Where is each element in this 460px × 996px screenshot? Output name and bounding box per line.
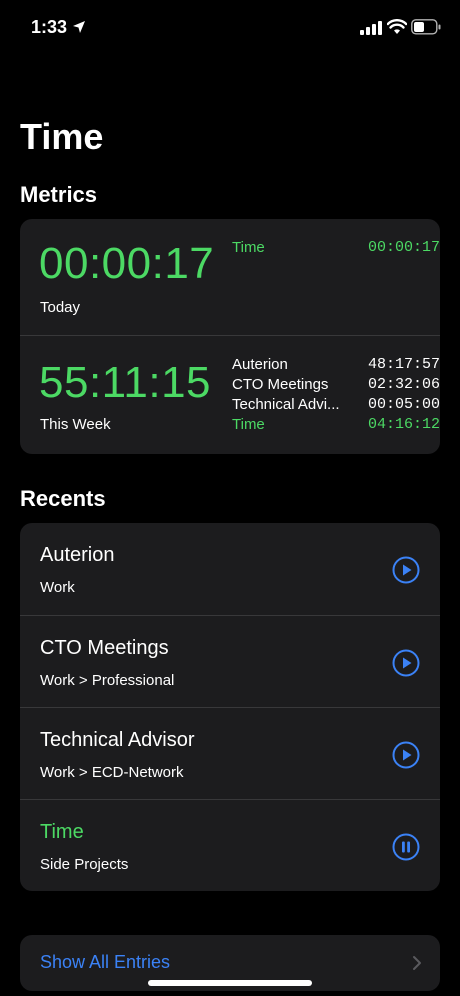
breakdown-line: Time 04:16:12 — [232, 416, 440, 436]
location-arrow-icon — [73, 21, 85, 33]
breakdown-value: 02:32:06 — [367, 376, 440, 393]
breakdown-name: Time — [232, 239, 265, 256]
metrics-card: 00:00:17 Today Time 00:00:17 55:11:15 Th… — [20, 219, 440, 454]
play-icon[interactable] — [392, 741, 420, 769]
recent-item-cto-meetings[interactable]: CTO Meetings Work > Professional — [20, 615, 440, 708]
recent-item-subtitle: Work — [40, 579, 75, 596]
wifi-icon — [387, 19, 407, 34]
recent-item-subtitle: Work > Professional — [40, 672, 175, 689]
metric-today-row: 00:00:17 Today Time 00:00:17 — [20, 219, 440, 335]
breakdown-name: Auterion — [232, 356, 288, 373]
breakdown-line: Auterion 48:17:57 — [232, 356, 440, 376]
week-breakdown: Auterion 48:17:57 CTO Meetings 02:32:06 … — [232, 356, 440, 436]
breakdown-name: Technical Advi... — [232, 396, 340, 413]
recent-item-time[interactable]: Time Side Projects — [20, 799, 440, 891]
today-total-time: 00:00:17 — [39, 239, 215, 288]
metric-week-row: 55:11:15 This Week Auterion 48:17:57 CTO… — [20, 335, 440, 454]
recent-item-name: CTO Meetings — [40, 637, 169, 659]
chevron-right-icon — [413, 956, 421, 970]
play-icon[interactable] — [392, 556, 420, 584]
metrics-section-title: Metrics — [20, 182, 98, 207]
breakdown-value: 00:05:00 — [367, 396, 440, 413]
cellular-signal-icon — [360, 21, 382, 35]
breakdown-value: 00:00:17 — [367, 239, 440, 256]
battery-icon — [411, 19, 441, 35]
today-label: Today — [40, 299, 81, 316]
today-breakdown: Time 00:00:17 — [232, 239, 440, 259]
recents-section-title: Recents — [20, 486, 106, 511]
status-bar: 1:33 — [0, 0, 460, 56]
breakdown-name: Time — [232, 416, 265, 433]
week-total-time: 55:11:15 — [39, 358, 212, 407]
show-all-entries-label: Show All Entries — [40, 952, 171, 972]
recent-item-name: Technical Advisor — [40, 729, 195, 751]
recent-item-auterion[interactable]: Auterion Work — [20, 523, 440, 615]
pause-icon[interactable] — [392, 833, 420, 861]
status-time: 1:33 — [31, 17, 68, 37]
recent-item-name: Time — [40, 821, 84, 843]
breakdown-line: CTO Meetings 02:32:06 — [232, 376, 440, 396]
play-icon[interactable] — [392, 649, 420, 677]
recent-item-name: Auterion — [40, 544, 115, 566]
breakdown-value: 04:16:12 — [367, 416, 440, 433]
recents-card: Auterion Work CTO Meetings Work > Profes… — [20, 523, 440, 891]
week-label: This Week — [40, 416, 111, 433]
recent-item-subtitle: Side Projects — [40, 856, 129, 873]
page-title: Time — [20, 116, 104, 157]
breakdown-name: CTO Meetings — [232, 376, 329, 393]
breakdown-line: Technical Advi... 00:05:00 — [232, 396, 440, 416]
home-indicator[interactable] — [148, 980, 312, 986]
recent-item-technical-advisor[interactable]: Technical Advisor Work > ECD-Network — [20, 707, 440, 800]
breakdown-line: Time 00:00:17 — [232, 239, 440, 259]
breakdown-value: 48:17:57 — [367, 356, 440, 373]
recent-item-subtitle: Work > ECD-Network — [40, 764, 184, 781]
